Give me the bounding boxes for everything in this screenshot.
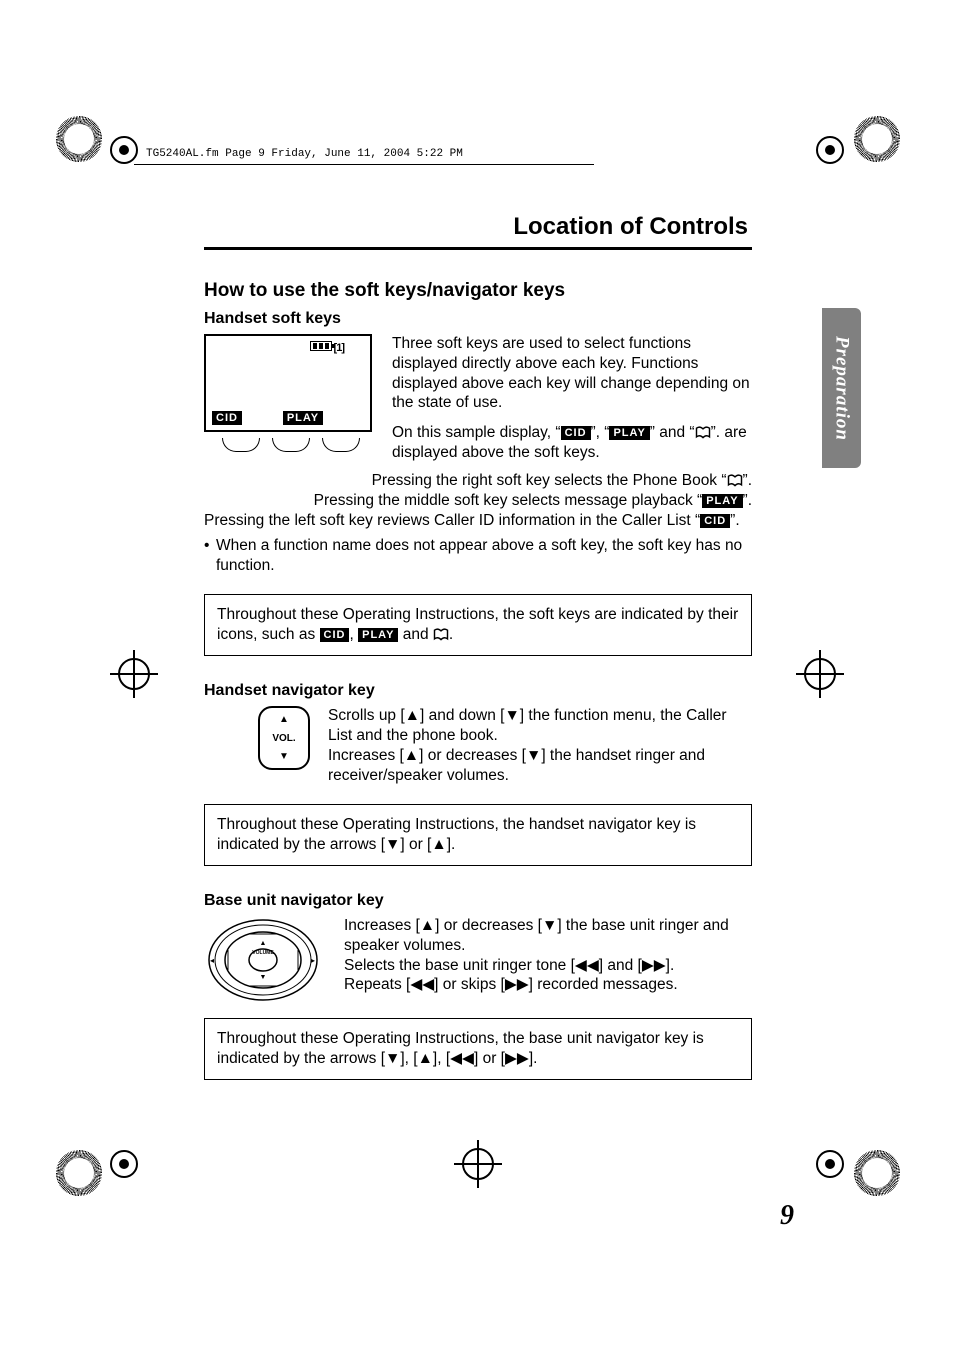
base-p1: Increases [▲] or decreases [▼] the base … (344, 916, 752, 956)
note-navkey: Throughout these Operating Instructions,… (204, 804, 752, 866)
handset-p2: On this sample display, “CID”, “PLAY” an… (392, 423, 752, 463)
handset-p4: Pressing the middle soft key selects mes… (204, 491, 752, 511)
base-desc: Increases [▲] or decreases [▼] the base … (344, 916, 752, 1004)
softkey-buttons (204, 438, 378, 452)
phonebook-icon (727, 472, 743, 489)
battery-icon: [1] (310, 340, 344, 354)
cid-tag: CID (212, 411, 242, 425)
reg-mark-icon (56, 116, 102, 162)
handset-row: [1] CID PLAY Three s (204, 334, 752, 463)
print-header: TG5240AL.fm Page 9 Friday, June 11, 2004… (134, 98, 594, 165)
heading-nav-key: Handset navigator key (204, 682, 752, 700)
softkey-left-icon (222, 438, 260, 452)
nav-p1: Scrolls up [▲] and down [▼] the function… (328, 706, 752, 746)
phonebook-icon (695, 424, 711, 441)
page-frame: TG5240AL.fm Page 9 Friday, June 11, 2004… (134, 98, 822, 1252)
svg-text:◂: ◂ (210, 956, 214, 965)
handset-bullets: When a function name does not appear abo… (204, 536, 752, 576)
section-tab: Preparation (822, 308, 861, 468)
play-tag: PLAY (702, 494, 742, 508)
reg-mark-icon (56, 1150, 102, 1196)
svg-text:VOLUME: VOLUME (252, 950, 274, 956)
vol-label: VOL. (272, 733, 295, 744)
reg-mark-icon (854, 1150, 900, 1196)
lcd-softkey-labels: CID PLAY (212, 409, 364, 426)
softkey-right-icon (322, 438, 360, 452)
section-rule (204, 247, 752, 250)
heading-handset-soft: Handset soft keys (204, 310, 752, 328)
nav-row: ▲ VOL. ▼ Scrolls up [▲] and down [▼] the… (204, 706, 752, 785)
heading-base-key: Base unit navigator key (204, 892, 752, 910)
note-softkeys: Throughout these Operating Instructions,… (204, 594, 752, 656)
svg-text:▲: ▲ (260, 940, 267, 947)
lcd-diagram: [1] CID PLAY (204, 334, 378, 463)
handset-bullet-1: When a function name does not appear abo… (204, 536, 752, 576)
base-p3: Repeats [◀◀] or skips [▶▶] recorded mess… (344, 975, 752, 995)
page-number: 9 (780, 1200, 794, 1232)
section-title: Location of Controls (204, 213, 752, 241)
heading-soft-keys: How to use the soft keys/navigator keys (204, 280, 752, 302)
play-tag: PLAY (609, 426, 649, 440)
svg-text:▸: ▸ (311, 956, 315, 965)
svg-text:▼: ▼ (260, 974, 267, 981)
base-row: ▲ VOLUME ▼ ◂ ▸ Increases [▲] or decrease… (204, 916, 752, 1004)
handset-desc: Three soft keys are used to select funct… (392, 334, 752, 463)
phonebook-icon (433, 626, 449, 643)
nav-desc: Scrolls up [▲] and down [▼] the function… (328, 706, 752, 785)
navigator-key-icon: ▲ VOL. ▼ (258, 706, 310, 770)
softkey-middle-icon (272, 438, 310, 452)
base-navigator-icon: ▲ VOLUME ▼ ◂ ▸ (204, 916, 322, 1004)
up-arrow-icon: ▲ (279, 714, 289, 725)
play-tag: PLAY (358, 628, 398, 642)
down-arrow-icon: ▼ (279, 751, 289, 762)
cid-tag: CID (700, 514, 730, 528)
handset-p1: Three soft keys are used to select funct… (392, 334, 752, 413)
handset-p3: Pressing the right soft key selects the … (204, 471, 752, 491)
nav-p2: Increases [▲] or decreases [▼] the hands… (328, 746, 752, 786)
page-content: Location of Controls How to use the soft… (134, 165, 752, 1080)
cid-tag: CID (320, 628, 350, 642)
lcd-frame: [1] CID PLAY (204, 334, 372, 432)
reg-mark-icon (854, 116, 900, 162)
note-basekey: Throughout these Operating Instructions,… (204, 1018, 752, 1080)
base-p2: Selects the base unit ringer tone [◀◀] a… (344, 956, 752, 976)
cid-tag: CID (561, 426, 591, 440)
handset-p5: Pressing the left soft key reviews Calle… (204, 511, 752, 531)
play-tag: PLAY (283, 411, 323, 425)
